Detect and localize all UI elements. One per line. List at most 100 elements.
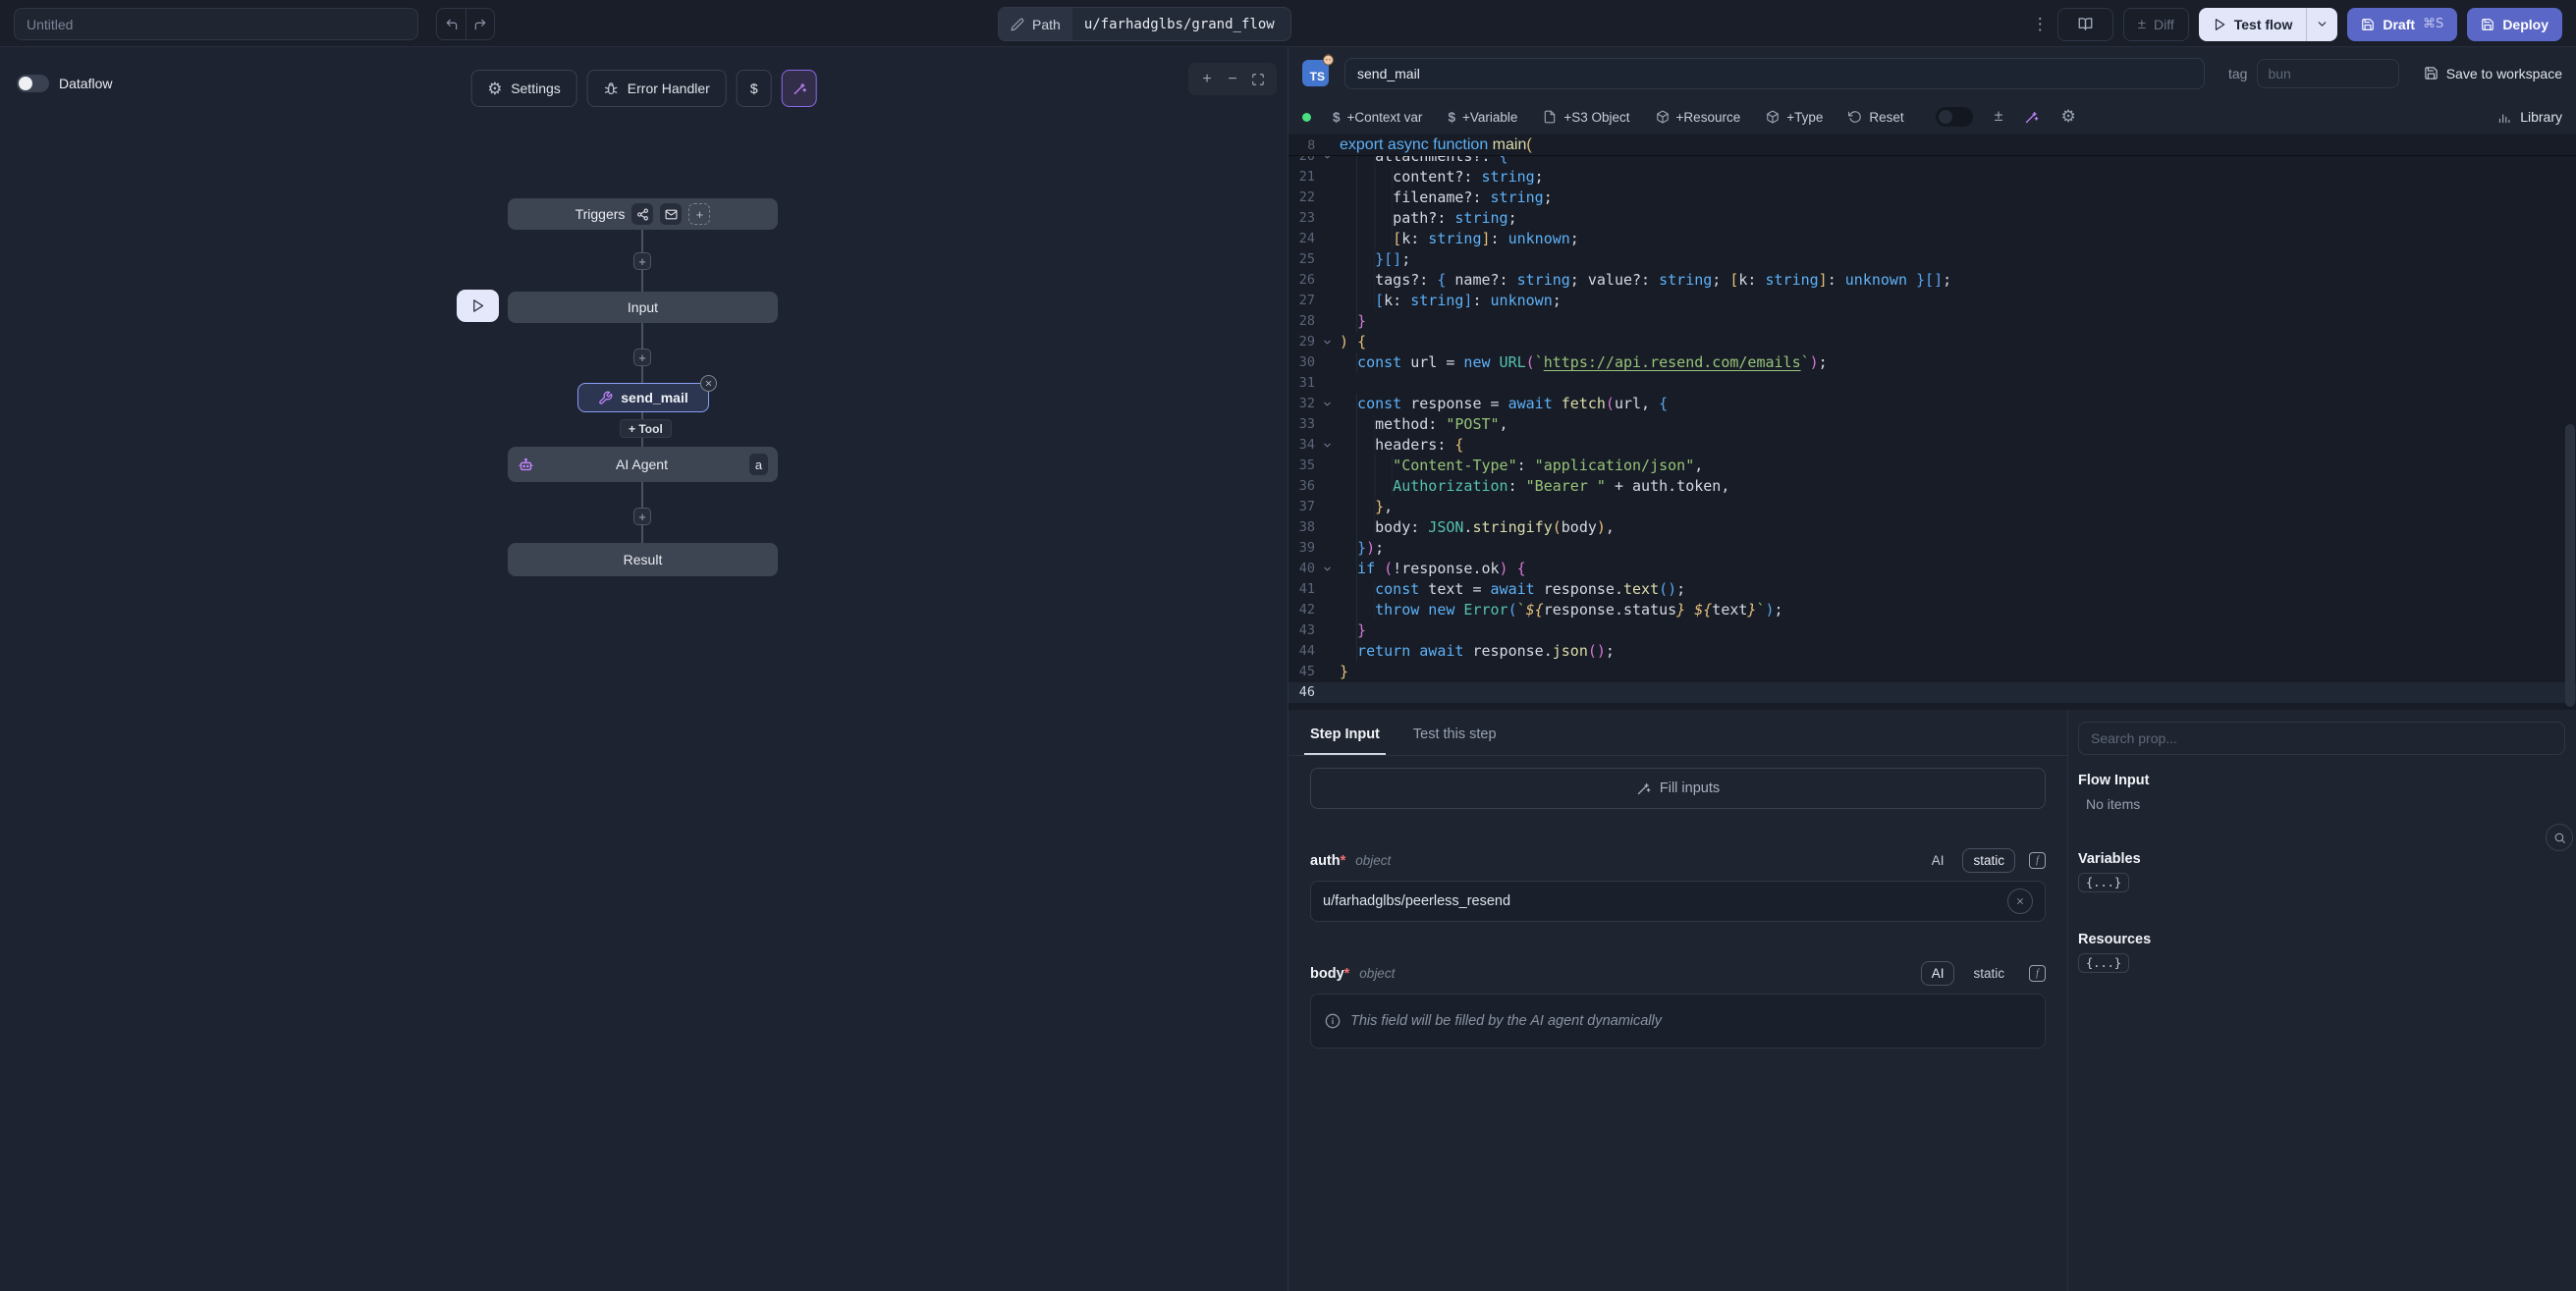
field-input-auth[interactable]: u/farhadglbs/peerless_resend [1310, 881, 2046, 922]
node-result[interactable]: Result [508, 543, 778, 576]
toolbar-context-var[interactable]: $+Context var [1333, 110, 1422, 125]
expression-mode-icon[interactable]: f [2029, 965, 2046, 982]
code-line-27[interactable]: 27[k: string]: unknown; [1288, 291, 2576, 311]
library-button[interactable]: Library [2497, 109, 2562, 125]
code-line-43[interactable]: 43} [1288, 620, 2576, 641]
line-number: 33 [1288, 414, 1315, 435]
code-line-25[interactable]: 25}[]; [1288, 249, 2576, 270]
code-line-42[interactable]: 42throw new Error(`${response.status} ${… [1288, 600, 2576, 620]
code-line-30[interactable]: 30const url = new URL(`https://api.resen… [1288, 352, 2576, 373]
undo-button[interactable] [437, 9, 466, 39]
insert-step-button[interactable]: + [633, 508, 651, 525]
fold-chevron-icon[interactable] [1315, 332, 1340, 352]
expression-mode-icon[interactable]: f [2029, 852, 2046, 869]
remove-tool-button[interactable] [700, 375, 717, 392]
code-line-24[interactable]: 24[k: string]: unknown; [1288, 229, 2576, 249]
line-number: 29 [1288, 332, 1315, 352]
prop-object-chip[interactable]: {...} [2078, 953, 2129, 973]
code-line-40[interactable]: 40if (!response.ok) { [1288, 559, 2576, 579]
insert-step-button[interactable]: + [633, 349, 651, 366]
line-number: 30 [1288, 352, 1315, 373]
code-line-23[interactable]: 23path?: string; [1288, 208, 2576, 229]
code-line-22[interactable]: 22filename?: string; [1288, 188, 2576, 208]
redo-button[interactable] [466, 9, 494, 39]
line-number: 35 [1288, 456, 1315, 476]
toolbar-s3-object[interactable]: +S3 Object [1543, 110, 1629, 125]
code-line-44[interactable]: 44return await response.json(); [1288, 641, 2576, 662]
add-tool-button[interactable]: + Tool [620, 419, 672, 438]
mode-static-option[interactable]: static [1962, 848, 2015, 873]
search-prop-input[interactable] [2078, 722, 2565, 755]
add-trigger-button[interactable]: + [688, 203, 710, 225]
code-text: "Content-Type": "application/json", [1340, 456, 1703, 476]
node-ai-agent[interactable]: AI Agent a [508, 447, 778, 482]
mode-ai-option[interactable]: AI [1921, 848, 1955, 873]
diff-icon[interactable]: ± [1995, 108, 2003, 126]
fold-chevron-icon[interactable] [1315, 435, 1340, 456]
code-editor[interactable]: 20attachments?: {21content?: string;22fi… [1288, 134, 2576, 710]
toolbar-item-label: +Type [1786, 110, 1823, 125]
code-line-46[interactable]: 46 [1288, 682, 2576, 703]
result-label: Result [624, 552, 663, 567]
toolbar-reset[interactable]: Reset [1848, 110, 1903, 125]
path-field[interactable]: Path u/farhadglbs/grand_flow [998, 7, 1291, 41]
code-line-38[interactable]: 38body: JSON.stringify(body), [1288, 517, 2576, 538]
code-line-35[interactable]: 35 "Content-Type": "application/json", [1288, 456, 2576, 476]
node-triggers[interactable]: Triggers + [508, 198, 778, 230]
line-number: 44 [1288, 641, 1315, 662]
magic-wand-icon[interactable] [2024, 110, 2039, 125]
node-input[interactable]: Input [508, 292, 778, 323]
code-line-32[interactable]: 32const response = await fetch(url, { [1288, 394, 2576, 414]
editor-toolbar-icons: ± ⚙ [1936, 107, 2076, 127]
webhook-trigger-button[interactable] [631, 203, 653, 225]
fold-chevron-icon[interactable] [1315, 559, 1340, 579]
code-line-29[interactable]: 29) { [1288, 332, 2576, 352]
more-menu-button[interactable]: ⋮ [2032, 16, 2048, 32]
docs-button[interactable] [2057, 8, 2113, 41]
clear-field-button[interactable] [2007, 888, 2033, 914]
typescript-badge-label: TS [1310, 70, 1325, 83]
editor-mini-toggle[interactable] [1936, 107, 1973, 127]
toolbar-variable[interactable]: $+Variable [1448, 110, 1517, 125]
test-flow-dropdown-button[interactable] [2306, 8, 2337, 41]
code-line-45[interactable]: 45} [1288, 662, 2576, 682]
code-line-31[interactable]: 31 [1288, 373, 2576, 394]
fill-inputs-button[interactable]: Fill inputs [1310, 768, 2046, 809]
flow-name-input[interactable] [14, 8, 418, 40]
node-send-mail-tool[interactable]: send_mail [577, 383, 709, 412]
code-line-26[interactable]: 26tags?: { name?: string; value?: string… [1288, 270, 2576, 291]
prop-search-button[interactable] [2546, 824, 2573, 851]
toolbar-type[interactable]: +Type [1766, 110, 1823, 125]
code-line-28[interactable]: 28} [1288, 311, 2576, 332]
gear-icon[interactable]: ⚙ [2060, 109, 2075, 126]
code-text: throw new Error(`${response.status} ${te… [1340, 600, 1783, 620]
prop-object-chip[interactable]: {...} [2078, 873, 2129, 892]
insert-step-button[interactable]: + [633, 252, 651, 270]
code-line-41[interactable]: 41const text = await response.text(); [1288, 579, 2576, 600]
tab-test-this-step[interactable]: Test this step [1413, 726, 1497, 755]
code-line-36[interactable]: 36Authorization: "Bearer " + auth.token, [1288, 476, 2576, 497]
code-text: }, [1340, 497, 1393, 517]
code-line-37[interactable]: 37}, [1288, 497, 2576, 517]
fold-chevron-icon[interactable] [1315, 394, 1340, 414]
tab-step-input[interactable]: Step Input [1310, 726, 1380, 755]
run-from-input-button[interactable] [457, 290, 499, 322]
save-to-workspace-button[interactable]: Save to workspace [2424, 66, 2562, 81]
toolbar-resource[interactable]: +Resource [1656, 110, 1741, 125]
tag-input[interactable] [2257, 59, 2399, 88]
line-number: 34 [1288, 435, 1315, 456]
deploy-button[interactable]: Deploy [2467, 8, 2562, 41]
code-line-34[interactable]: 34headers: { [1288, 435, 2576, 456]
code-line-21[interactable]: 21content?: string; [1288, 167, 2576, 188]
code-line-33[interactable]: 33method: "POST", [1288, 414, 2576, 435]
diff-button[interactable]: ± Diff [2123, 8, 2189, 41]
mode-ai-option[interactable]: AI [1921, 961, 1955, 986]
code-line-39[interactable]: 39}); [1288, 538, 2576, 559]
mode-static-option[interactable]: static [1962, 961, 2015, 986]
editor-scrollbar[interactable] [2565, 424, 2575, 707]
draft-button[interactable]: Draft ⌘S [2347, 8, 2457, 41]
script-name-input[interactable] [1344, 58, 2205, 89]
email-trigger-button[interactable] [660, 203, 682, 225]
code-text: const text = await response.text(); [1340, 579, 1685, 600]
test-flow-button[interactable]: Test flow [2199, 8, 2307, 41]
